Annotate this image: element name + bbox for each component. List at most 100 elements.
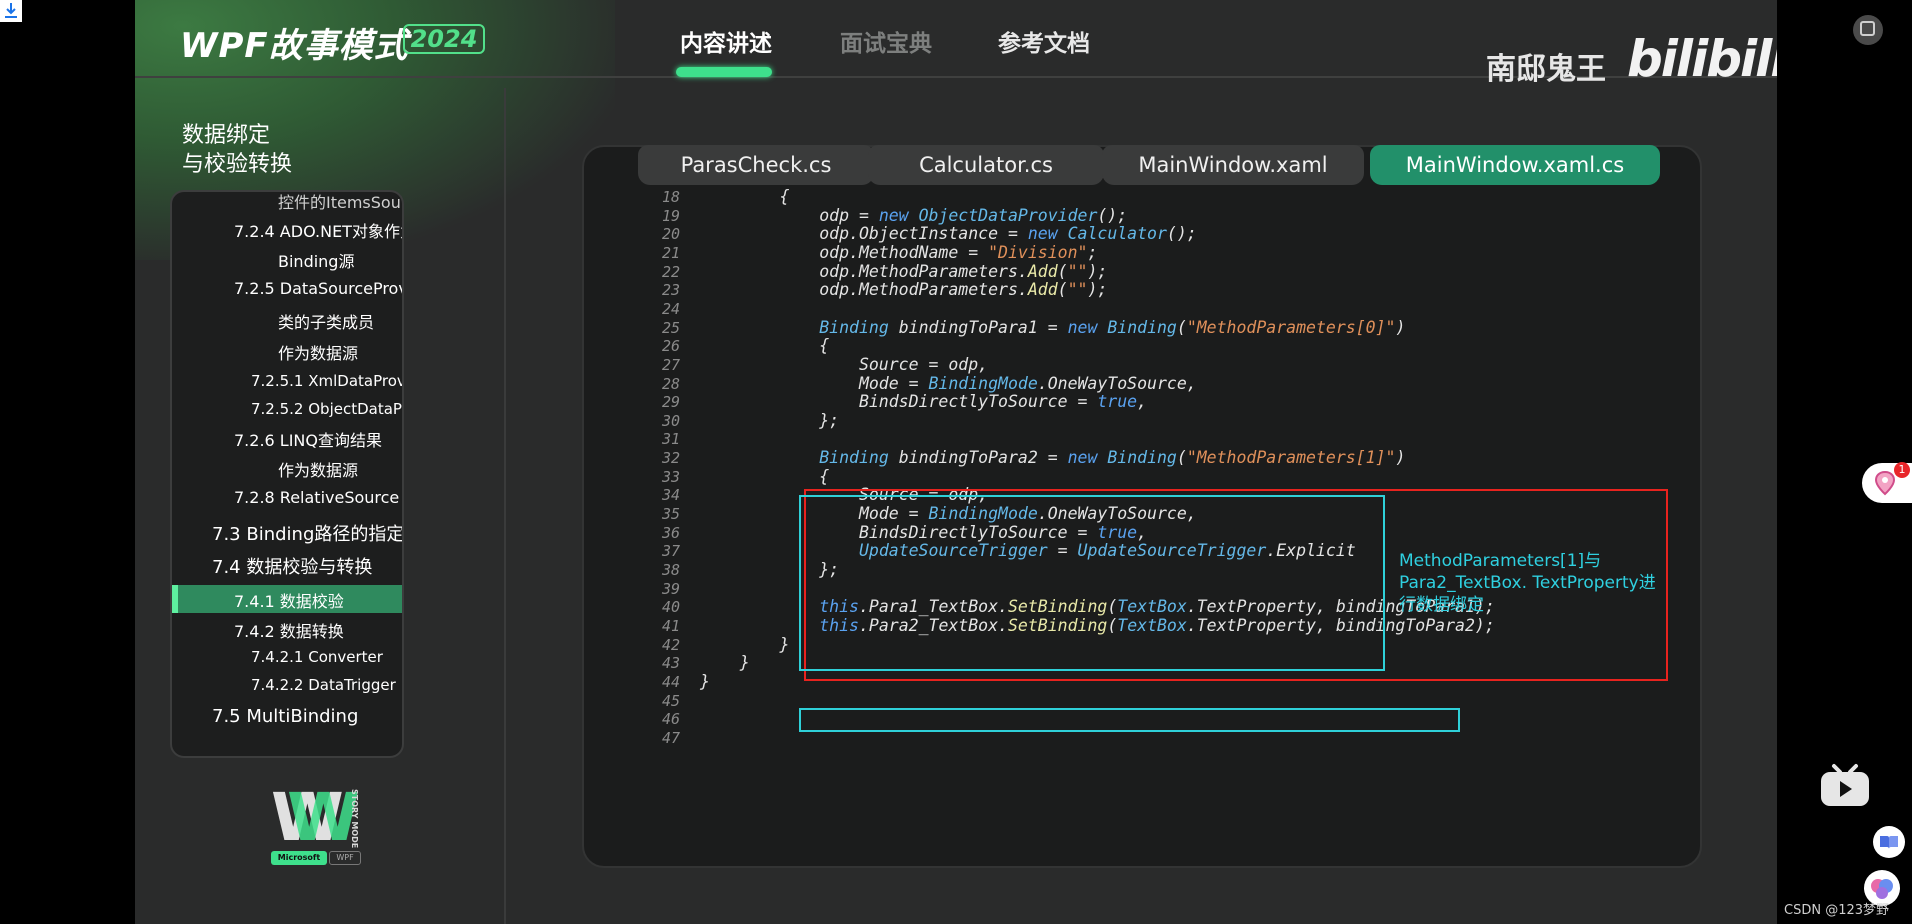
tab-mainwindow-xaml[interactable]: MainWindow.xaml [1102, 145, 1364, 185]
code-line: Binding bindingToPara2 = new Binding("Me… [819, 448, 1406, 468]
code-line: { [700, 187, 790, 206]
code-line: Binding bindingToPara1 = new Binding("Me… [819, 317, 1406, 337]
line-number: 38 [661, 561, 680, 579]
line-number: 41 [661, 616, 680, 635]
toc-item[interactable]: 7.4 数据校验与转换 [212, 553, 372, 579]
toc-item[interactable]: 7.3 Binding路径的指定 [212, 520, 402, 546]
line-number: 21 [661, 243, 680, 262]
line-number: 23 [661, 281, 680, 300]
logo-badge-microsoft: Microsoft [271, 851, 327, 865]
picture-in-picture-button[interactable] [1853, 15, 1883, 45]
line-number: 20 [661, 225, 680, 244]
toc-item[interactable]: 7.5 MultiBinding [212, 706, 358, 727]
code-line: odp.MethodParameters.Add(""); [700, 261, 1108, 281]
reading-mode-button[interactable] [1873, 826, 1905, 858]
line-number: 26 [661, 337, 680, 356]
brain-icon [1871, 879, 1893, 899]
line-number: 32 [661, 449, 680, 468]
code-line: odp = new ObjectDataProvider(); [700, 205, 1128, 225]
chapter-title-line-2: 与校验转换 [182, 152, 293, 177]
toc-item[interactable]: 7.2.5.2 ObjectDataProvider [251, 400, 402, 418]
bilibili-logo: bilibili [1627, 30, 1777, 88]
line-number: 24 [661, 299, 680, 318]
line-number: 25 [661, 318, 680, 337]
tab-calculator[interactable]: Calculator.cs [868, 145, 1104, 185]
course-year-badge: 2024 [403, 24, 485, 54]
line-number: 30 [661, 411, 680, 430]
toc-item[interactable]: 类的子类成员 [278, 309, 374, 333]
story-mode-logo: W W STORY MODE Microsoft WPF [271, 785, 363, 865]
nav-item-interview[interactable]: 面试宝典 [840, 24, 932, 58]
toc-item[interactable]: 7.4.2.2 DataTrigger [251, 676, 396, 694]
toc-item[interactable]: 7.4.2 数据转换 [234, 618, 344, 642]
code-line: { [700, 336, 830, 356]
code-line: } [700, 634, 790, 654]
toc-item[interactable]: 7.2.6 LINQ查询结果 [234, 427, 382, 451]
chapter-title-line-1: 数据绑定 [182, 123, 271, 148]
code-line: Mode = BindingMode.OneWayToSource, [700, 373, 1197, 393]
code-line: }; [700, 410, 840, 430]
header: WPF故事模式 2024 内容讲述 面试宝典 参考文档 南邸鬼王 bilibil… [135, 0, 1777, 88]
table-of-contents: 控件的ItemsSource 7.2.4 ADO.NET对象作为 Binding… [170, 190, 404, 758]
code-line: BindsDirectlyToSource = true, [700, 392, 1148, 412]
line-number: 36 [661, 523, 680, 542]
download-icon [5, 3, 17, 18]
bilibili-tv-icon[interactable] [1819, 762, 1871, 810]
highlight-box-setbinding [799, 708, 1460, 732]
line-number: 39 [661, 579, 680, 598]
highlight-box-binding [799, 495, 1385, 671]
line-number: 18 [661, 188, 680, 206]
line-number: 28 [661, 374, 680, 393]
logo-side-text: STORY MODE [350, 789, 359, 849]
line-number: 46 [661, 710, 680, 729]
line-number: 45 [661, 691, 680, 710]
toc-item[interactable]: 7.4.2.1 Converter [251, 648, 383, 666]
chapter-title: 数据绑定 与校验转换 [182, 121, 292, 179]
toc-item-active[interactable]: 7.4.1 数据校验 [234, 588, 344, 612]
code-line: odp.MethodName = "Division"; [700, 242, 1098, 262]
line-number: 42 [661, 635, 680, 654]
download-button[interactable] [0, 0, 22, 22]
author-name: 南邸鬼王 [1486, 52, 1606, 87]
line-number: 19 [661, 206, 680, 225]
line-number: 43 [661, 654, 680, 673]
map-pin-icon [1874, 470, 1896, 496]
line-number: 27 [661, 355, 680, 374]
line-number: 47 [661, 728, 680, 747]
line-number: 35 [661, 505, 680, 524]
nav-item-content[interactable]: 内容讲述 [680, 24, 772, 58]
toc-item[interactable]: 7.2.8 RelativeSource [234, 488, 399, 507]
toc-item[interactable]: 控件的ItemsSource [278, 192, 402, 213]
line-number: 40 [661, 598, 680, 617]
code-annotation: MethodParameters[1]与Para2_TextBox. TextP… [1399, 551, 1656, 615]
book-icon [1880, 836, 1898, 849]
nav-active-indicator [676, 67, 772, 77]
notification-badge: 1 [1894, 462, 1910, 478]
code-line: odp.ObjectInstance = new Calculator(); [700, 224, 1197, 244]
logo-badge-wpf: WPF [329, 851, 361, 865]
pip-icon [1860, 21, 1875, 36]
code-line: { [700, 466, 830, 486]
toc-item[interactable]: 作为数据源 [278, 340, 358, 364]
tab-mainwindow-xaml-cs[interactable]: MainWindow.xaml.cs [1370, 145, 1660, 185]
toc-active-marker [172, 585, 178, 613]
nav-item-docs[interactable]: 参考文档 [998, 24, 1090, 58]
code-line: } [700, 653, 750, 673]
code-line: odp.MethodParameters.Add(""); [700, 280, 1108, 300]
tab-paras-check[interactable]: ParasCheck.cs [638, 145, 874, 185]
toc-item[interactable]: 7.2.5 DataSourceProvider [234, 279, 402, 298]
line-number: 44 [661, 672, 680, 691]
code-line: Source = odp, [700, 354, 989, 374]
csdn-watermark: CSDN @123梦野 [1784, 903, 1890, 918]
toc-item[interactable]: 7.2.5.1 XmlDataProvider [251, 372, 402, 390]
code-line: } [700, 671, 710, 691]
toc-item[interactable]: 7.2.4 ADO.NET对象作为 [234, 218, 402, 242]
line-number: 22 [661, 262, 680, 281]
course-logo: WPF故事模式 [180, 26, 409, 66]
line-number: 33 [661, 467, 680, 486]
line-number: 29 [661, 393, 680, 412]
line-number: 34 [661, 486, 680, 505]
toc-item[interactable]: Binding源 [278, 248, 354, 272]
line-number: 31 [661, 430, 680, 449]
toc-item[interactable]: 作为数据源 [278, 457, 358, 481]
